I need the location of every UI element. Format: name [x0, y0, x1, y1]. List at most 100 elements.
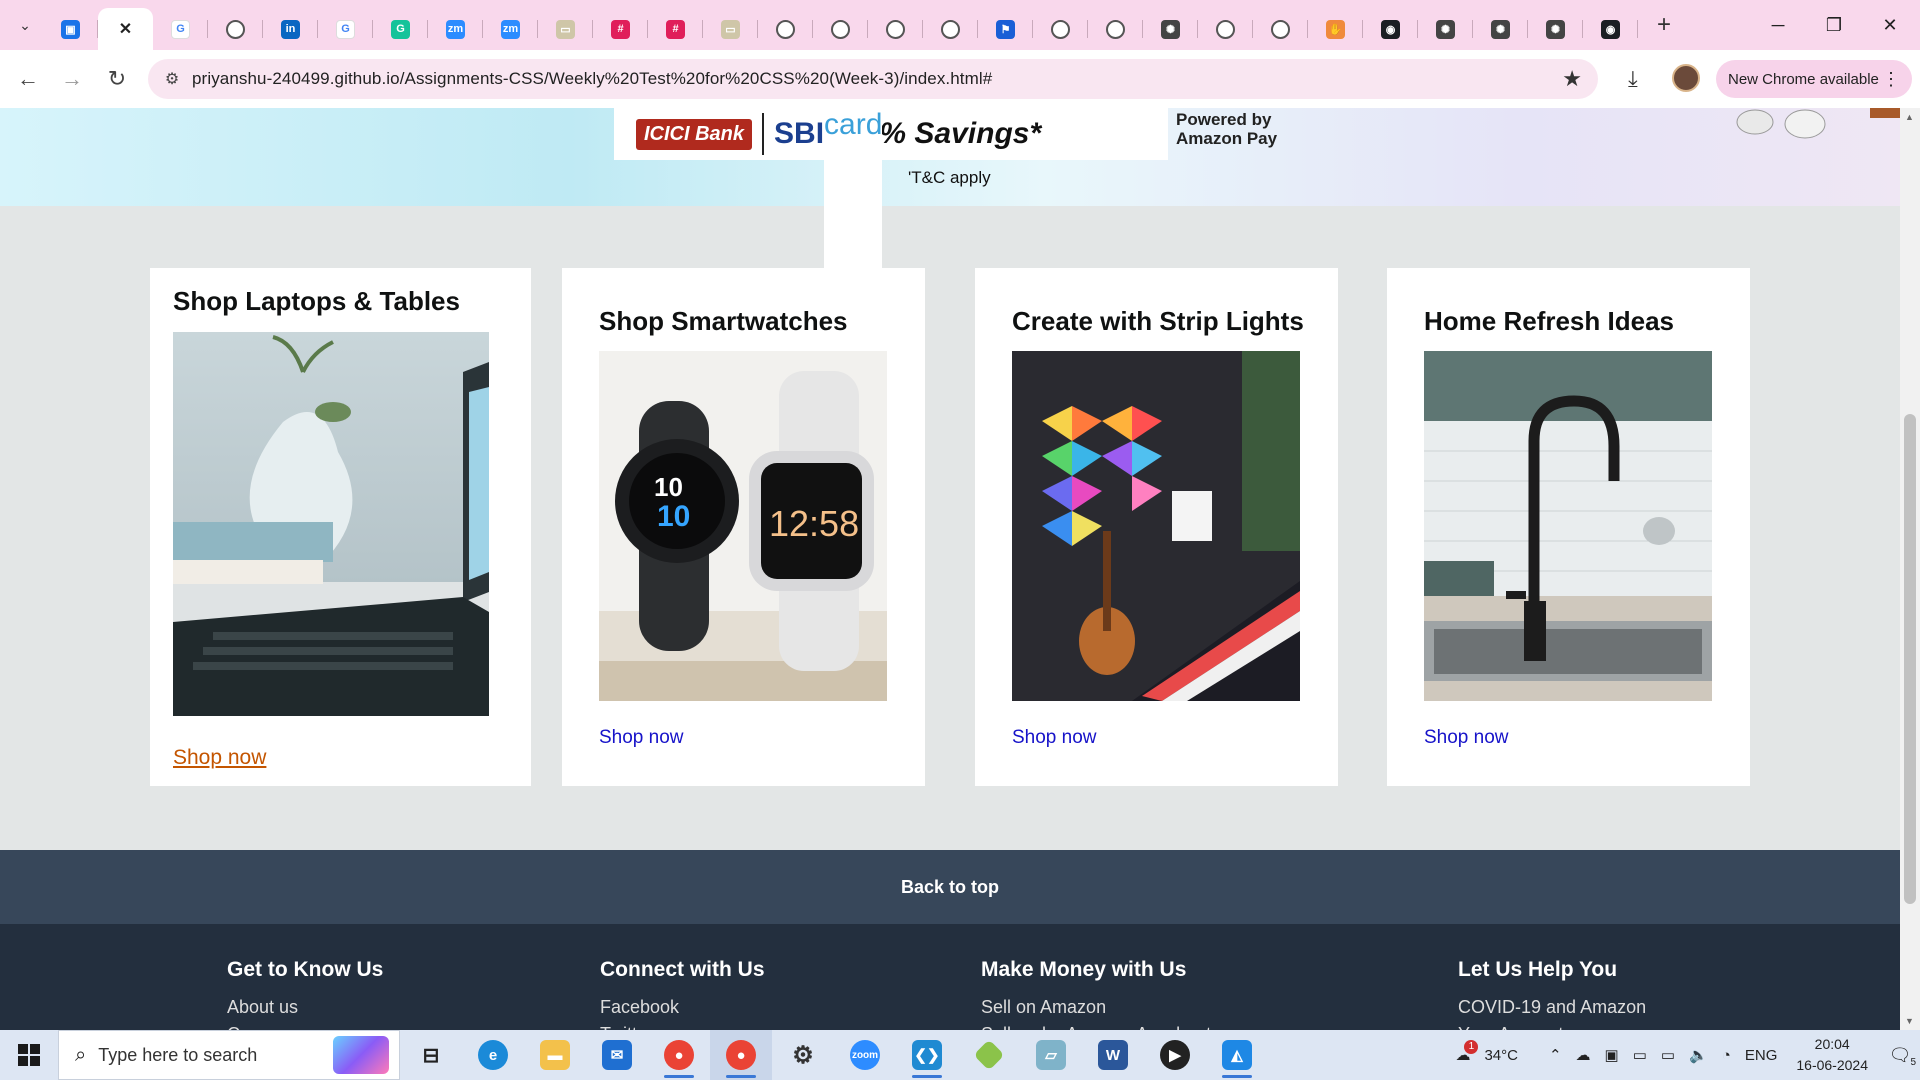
strip-lights-image[interactable] — [1012, 351, 1300, 701]
address-bar[interactable]: ⚙ priyanshu-240499.github.io/Assignments… — [148, 59, 1598, 99]
shop-now-link[interactable]: Shop now — [1012, 727, 1097, 749]
footer-link-twitter[interactable]: Twitter — [600, 1021, 765, 1030]
url-text[interactable]: priyanshu-240499.github.io/Assignments-C… — [192, 69, 992, 89]
tab-13[interactable] — [758, 8, 813, 50]
close-window-button[interactable]: ✕ — [1862, 0, 1918, 50]
tab-28[interactable]: ◉ — [1583, 8, 1638, 50]
restore-button[interactable]: ❐ — [1806, 0, 1862, 50]
tab-3[interactable] — [208, 8, 263, 50]
taskbar-photos[interactable]: ◭ — [1206, 1030, 1268, 1080]
clock[interactable]: 20:04 16-06-2024 — [1796, 1034, 1868, 1076]
tab-4[interactable]: in — [263, 8, 318, 50]
tab-active[interactable]: ✕ — [98, 8, 153, 50]
new-tab-button[interactable]: + — [1646, 7, 1682, 43]
tab-24[interactable]: ◉ — [1363, 8, 1418, 50]
shop-now-link[interactable]: Shop now — [173, 746, 266, 770]
tab-17[interactable]: ⚑ — [978, 8, 1033, 50]
footer-link-facebook[interactable]: Facebook — [600, 994, 765, 1021]
weather-temp[interactable]: 34°C — [1484, 1047, 1518, 1064]
tab-2[interactable]: G — [153, 8, 208, 50]
tab-0[interactable]: ▣ — [43, 8, 98, 50]
forward-arrow-icon[interactable]: → — [54, 61, 90, 97]
taskbar-file-explorer[interactable]: ▬ — [524, 1030, 586, 1080]
start-button[interactable] — [0, 1030, 58, 1080]
scroll-up-icon[interactable]: ▲ — [1905, 112, 1914, 122]
tab-15[interactable] — [868, 8, 923, 50]
taskbar-app-diamond[interactable] — [958, 1030, 1020, 1080]
site-info-icon[interactable]: ⚙ — [152, 69, 192, 89]
profile-avatar[interactable] — [1672, 64, 1700, 92]
taskbar-app-notes[interactable]: ▱ — [1020, 1030, 1082, 1080]
bank-offer-banner[interactable]: ICICI Bank SBI card 10% Savings* Powered … — [0, 108, 1900, 626]
word-icon: W — [1098, 1040, 1128, 1070]
tab-5[interactable]: G — [318, 8, 373, 50]
laptop-vase-image[interactable] — [173, 332, 489, 716]
taskbar-media-player[interactable]: ▶ — [1144, 1030, 1206, 1080]
taskbar-chrome-profile[interactable]: ● — [710, 1030, 772, 1080]
language-indicator[interactable]: ENG — [1745, 1047, 1778, 1064]
more-menu-icon[interactable]: ⋮ — [1882, 69, 1900, 90]
github-icon: ◉ — [1381, 19, 1400, 39]
chrome-update-button[interactable]: New Chrome available ⋮ — [1716, 60, 1912, 98]
footer-link-account[interactable]: Your Account — [1458, 1021, 1646, 1030]
task-view-button[interactable]: ⊟ — [400, 1030, 462, 1080]
taskbar-word[interactable]: W — [1082, 1030, 1144, 1080]
monitor-icon[interactable]: ▭ — [1633, 1046, 1647, 1064]
taskbar-settings[interactable]: ⚙ — [772, 1030, 834, 1080]
tab-14[interactable] — [813, 8, 868, 50]
tab-21[interactable] — [1198, 8, 1253, 50]
battery-icon[interactable]: ▭ — [1661, 1046, 1675, 1064]
wifi-icon[interactable]: ◔ — [1722, 1047, 1731, 1064]
scrollbar-thumb[interactable] — [1904, 414, 1916, 904]
volume-icon[interactable]: 🔈 — [1689, 1046, 1708, 1064]
reload-icon[interactable]: ↻ — [99, 61, 135, 97]
chatgpt-icon: ✺ — [1161, 19, 1180, 39]
footer-link-careers[interactable]: Careers — [227, 1021, 383, 1030]
bookmark-star-icon[interactable]: ★ — [1562, 66, 1582, 92]
shop-now-link[interactable]: Shop now — [1424, 727, 1509, 749]
tab-11[interactable]: # — [648, 8, 703, 50]
tab-27[interactable]: ✺ — [1528, 8, 1583, 50]
back-arrow-icon[interactable]: ← — [10, 61, 46, 97]
globe-icon — [1216, 19, 1235, 39]
tab-25[interactable]: ✺ — [1418, 8, 1473, 50]
back-to-top-button[interactable]: Back to top — [0, 850, 1900, 924]
taskbar-chrome[interactable]: ● — [648, 1030, 710, 1080]
tab-20[interactable]: ✺ — [1143, 8, 1198, 50]
taskbar-search[interactable]: ⌕ Type here to search — [58, 1030, 400, 1080]
footer-link-accelerator[interactable]: Sell under Amazon Accelerator — [981, 1021, 1227, 1030]
onedrive-icon[interactable]: ☁ — [1576, 1046, 1591, 1064]
tab-18[interactable] — [1033, 8, 1088, 50]
tab-8[interactable]: zm — [483, 8, 538, 50]
tab-9[interactable]: ▭ — [538, 8, 593, 50]
notification-icon[interactable]: 🗨 5 — [1880, 1045, 1920, 1068]
tab-search-chevron-icon[interactable]: ⌄ — [7, 7, 43, 43]
taskbar-vscode[interactable]: ❮❯ — [896, 1030, 958, 1080]
device-icon[interactable]: ▣ — [1605, 1046, 1619, 1064]
footer-link-about[interactable]: About us — [227, 994, 383, 1021]
tab-23[interactable]: ✋ — [1308, 8, 1363, 50]
weather-icon[interactable]: ☁ 1 — [1455, 1040, 1479, 1064]
tab-7[interactable]: zm — [428, 8, 483, 50]
taskbar-zoom[interactable]: zoom — [834, 1030, 896, 1080]
taskbar-edge[interactable]: e — [462, 1030, 524, 1080]
minimize-button[interactable]: ─ — [1750, 0, 1806, 50]
footer-link-sell[interactable]: Sell on Amazon — [981, 994, 1227, 1021]
scroll-down-icon[interactable]: ▼ — [1905, 1016, 1914, 1026]
tab-19[interactable] — [1088, 8, 1143, 50]
smartwatches-image[interactable]: 10 10 12:58 — [599, 351, 887, 701]
shop-now-link[interactable]: Shop now — [599, 727, 684, 749]
tab-12[interactable]: ▭ — [703, 8, 758, 50]
close-icon[interactable]: ✕ — [116, 20, 135, 39]
taskbar-mail[interactable]: ✉ — [586, 1030, 648, 1080]
kitchen-faucet-image[interactable] — [1424, 351, 1712, 701]
page-scrollbar[interactable]: ▲ ▼ — [1900, 108, 1920, 1030]
tab-10[interactable]: # — [593, 8, 648, 50]
chevron-up-icon[interactable]: ⌃ — [1549, 1046, 1562, 1064]
download-icon[interactable]: ⤓ — [1628, 66, 1638, 92]
tab-22[interactable] — [1253, 8, 1308, 50]
tab-16[interactable] — [923, 8, 978, 50]
tab-6[interactable]: G — [373, 8, 428, 50]
footer-link-covid[interactable]: COVID-19 and Amazon — [1458, 994, 1646, 1021]
tab-26[interactable]: ✺ — [1473, 8, 1528, 50]
